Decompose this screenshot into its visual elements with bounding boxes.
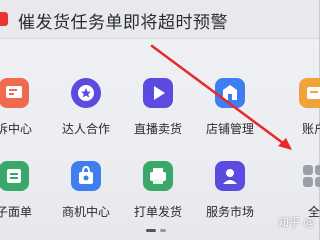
tools-panel: 催发货任务单即将超时预警 诉中心 达人合作 直播卖货 店铺管理 账户 子面单 商… bbox=[0, 0, 320, 240]
annotation-arrow bbox=[150, 44, 292, 150]
